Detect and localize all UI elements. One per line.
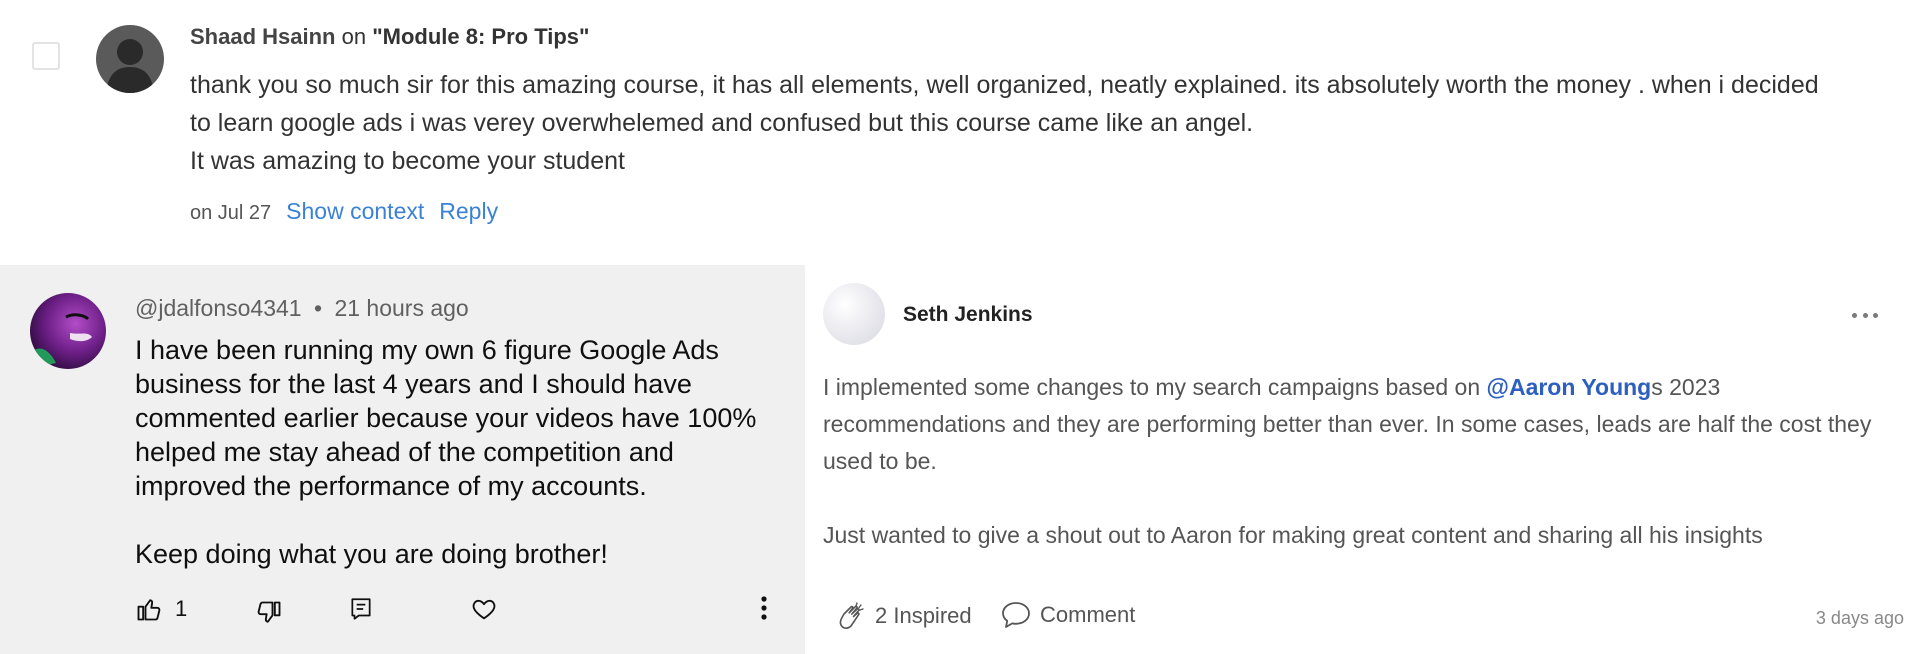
heart-icon [472, 599, 496, 620]
comment-body: I have been running my own 6 figure Goog… [135, 333, 775, 605]
timestamp[interactable]: 21 hours ago [334, 295, 468, 321]
comment-meta: on Jul 27 Show context Reply [190, 198, 498, 225]
comment-header: Shaad Hsainn on "Module 8: Pro Tips" [190, 24, 589, 50]
comment-line: thank you so much sir for this amazing c… [190, 71, 1819, 99]
post-card: Seth Jenkins I implemented some changes … [805, 265, 1920, 654]
more-options-button[interactable] [760, 595, 768, 621]
avatar[interactable] [823, 283, 885, 345]
inspired-button[interactable]: 2 Inspired [835, 600, 972, 632]
comment-paragraph: Keep doing what you are doing brother! [135, 539, 608, 569]
post-paragraph: I implemented some changes to my search … [823, 369, 1903, 480]
clapping-hands-icon [839, 602, 864, 629]
inspired-label: 2 Inspired [875, 603, 972, 628]
user-handle[interactable]: @jdalfonso4341 [135, 295, 302, 321]
comment-body: thank you so much sir for this amazing c… [190, 66, 1840, 180]
post-timestamp: 3 days ago [1815, 608, 1904, 628]
post-body: I implemented some changes to my search … [823, 369, 1903, 591]
more-horizontal-icon [1852, 313, 1857, 318]
top-comment: Shaad Hsainn on "Module 8: Pro Tips" tha… [0, 0, 1920, 265]
youtube-comment: @jdalfonso4341 • 21 hours ago I have bee… [0, 265, 805, 654]
heart-button[interactable] [470, 595, 498, 623]
author-name[interactable]: Shaad Hsainn [190, 24, 335, 49]
select-checkbox[interactable] [32, 42, 60, 70]
show-context-link[interactable]: Show context [286, 198, 424, 225]
avatar[interactable] [30, 293, 106, 369]
more-options-button[interactable] [1852, 313, 1878, 319]
comment-line: It was amazing to become your student [190, 147, 625, 175]
post-text: I implemented some changes to my search … [823, 374, 1487, 400]
reply-icon [351, 598, 371, 620]
author-name[interactable]: Seth Jenkins [903, 303, 1033, 327]
post-footer: 2 Inspired Comment 3 days ago [835, 600, 1920, 640]
comment-date: on Jul 27 [190, 202, 272, 224]
thumbs-down-icon [257, 601, 281, 623]
user-mention-link[interactable]: @Aaron Young [1487, 374, 1652, 400]
like-button[interactable]: 1 [135, 595, 187, 623]
more-horizontal-icon [1862, 313, 1868, 318]
comment-button[interactable]: Comment [1000, 600, 1135, 630]
post-paragraph: Just wanted to give a shout out to Aaron… [823, 522, 1763, 548]
avatar [96, 25, 164, 93]
reply-button[interactable] [348, 595, 374, 623]
like-count: 1 [175, 596, 188, 621]
comment-line: to learn google ads i was verey overwhel… [190, 109, 1254, 137]
on-word: on [341, 24, 367, 49]
person-icon [106, 39, 154, 93]
speech-bubble-icon [1002, 602, 1030, 628]
more-horizontal-icon [1873, 313, 1878, 318]
comment-actions: 1 [135, 595, 785, 635]
dislike-button[interactable] [255, 599, 283, 627]
more-vertical-icon [761, 596, 767, 620]
separator-dot: • [313, 295, 323, 321]
thumbs-up-icon [137, 599, 161, 621]
module-title[interactable]: "Module 8: Pro Tips" [372, 24, 589, 49]
comment-paragraph: I have been running my own 6 figure Goog… [135, 335, 757, 501]
comment-header: @jdalfonso4341 • 21 hours ago [135, 295, 469, 322]
reply-link[interactable]: Reply [439, 198, 498, 225]
comment-label: Comment [1040, 602, 1136, 627]
